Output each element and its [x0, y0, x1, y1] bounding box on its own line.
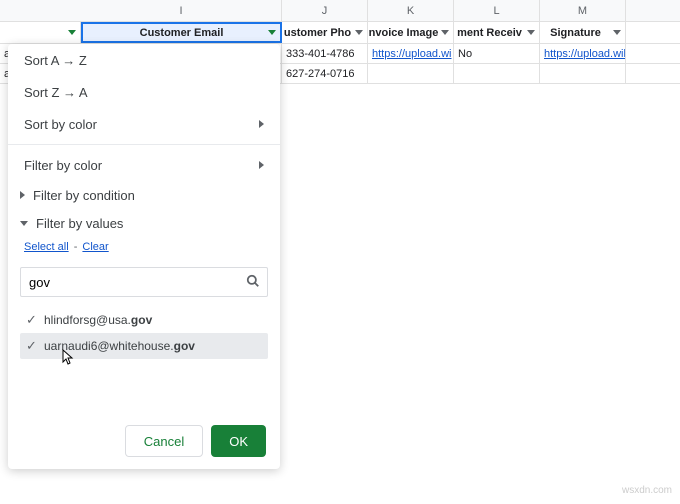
cell-link[interactable]: https://upload.wi [368, 44, 454, 63]
select-clear-row: Select all - Clear [8, 237, 280, 257]
header-label: Customer Email [140, 27, 224, 39]
sort-za[interactable]: Sort Z → A [8, 76, 280, 108]
check-icon: ✓ [26, 338, 44, 354]
ok-button[interactable]: OK [211, 425, 266, 457]
col-letter-K[interactable]: K [368, 0, 454, 21]
cell[interactable] [368, 64, 454, 83]
menu-label: Filter by color [24, 158, 102, 173]
menu-label: Sort by color [24, 117, 97, 132]
value-text: uarnaudi6@whitehouse.gov [44, 339, 262, 353]
filter-color[interactable]: Filter by color [8, 149, 280, 181]
header-label: ustomer Pho [284, 27, 351, 39]
menu-label: Filter by values [36, 216, 123, 231]
field-header-invoice-image[interactable]: nvoice Image [368, 22, 454, 43]
menu-label: Filter by condition [33, 188, 135, 203]
field-header-customer-phone[interactable]: ustomer Pho [282, 22, 368, 43]
dash: - [71, 241, 81, 253]
caret-down-icon [20, 221, 28, 226]
column-letter-row: I J K L M [0, 0, 680, 22]
header-label: ment Receiv [457, 27, 522, 39]
filter-icon[interactable] [441, 30, 449, 35]
cell[interactable] [540, 64, 626, 83]
filter-icon[interactable] [268, 30, 276, 35]
col-letter-M[interactable]: M [540, 0, 626, 21]
cell[interactable]: 333-401-4786 [282, 44, 368, 63]
sort-color[interactable]: Sort by color [8, 108, 280, 140]
value-item[interactable]: ✓ uarnaudi6@whitehouse.gov [20, 333, 268, 359]
filter-icon[interactable] [613, 30, 621, 35]
watermark: wsxdn.com [622, 485, 672, 496]
cancel-button[interactable]: Cancel [125, 425, 203, 457]
divider [8, 144, 280, 145]
col-letter-L[interactable]: L [454, 0, 540, 21]
values-list: ✓ hlindforsg@usa.gov ✓ uarnaudi6@whiteho… [8, 307, 280, 417]
field-header-row: Customer Email ustomer Pho nvoice Image … [0, 22, 680, 44]
value-text: hlindforsg@usa.gov [44, 313, 262, 327]
sort-az[interactable]: Sort A → Z [8, 44, 280, 76]
clear-link[interactable]: Clear [82, 241, 108, 253]
field-header-left [0, 22, 81, 43]
search-input[interactable] [20, 267, 268, 297]
caret-right-icon [20, 191, 25, 199]
cell-link[interactable]: https://upload.wikimedia. [540, 44, 626, 63]
filter-condition[interactable]: Filter by condition [8, 181, 280, 209]
cell[interactable] [454, 64, 540, 83]
filter-icon[interactable] [68, 30, 76, 35]
chevron-right-icon [259, 161, 264, 169]
col-letter-I[interactable]: I [81, 0, 282, 21]
field-header-payment-received[interactable]: ment Receiv [454, 22, 540, 43]
value-item[interactable]: ✓ hlindforsg@usa.gov [20, 307, 268, 333]
search-icon[interactable] [246, 274, 260, 291]
field-header-customer-email[interactable]: Customer Email [81, 22, 282, 43]
field-header-signature[interactable]: Signature [540, 22, 626, 43]
cell[interactable]: No [454, 44, 540, 63]
header-label: nvoice Image [369, 27, 439, 39]
filter-values[interactable]: Filter by values [8, 209, 280, 237]
search-box [20, 267, 268, 297]
filter-icon[interactable] [527, 30, 535, 35]
check-icon: ✓ [26, 312, 44, 328]
filter-icon[interactable] [355, 30, 363, 35]
cell[interactable]: 627-274-0716 [282, 64, 368, 83]
header-label: Signature [550, 27, 601, 39]
actions: Cancel OK [8, 417, 280, 457]
col-letter-J[interactable]: J [282, 0, 368, 21]
select-all-link[interactable]: Select all [24, 241, 69, 253]
filter-dropdown: Sort A → Z Sort Z → A Sort by color Filt… [8, 44, 280, 469]
chevron-right-icon [259, 120, 264, 128]
